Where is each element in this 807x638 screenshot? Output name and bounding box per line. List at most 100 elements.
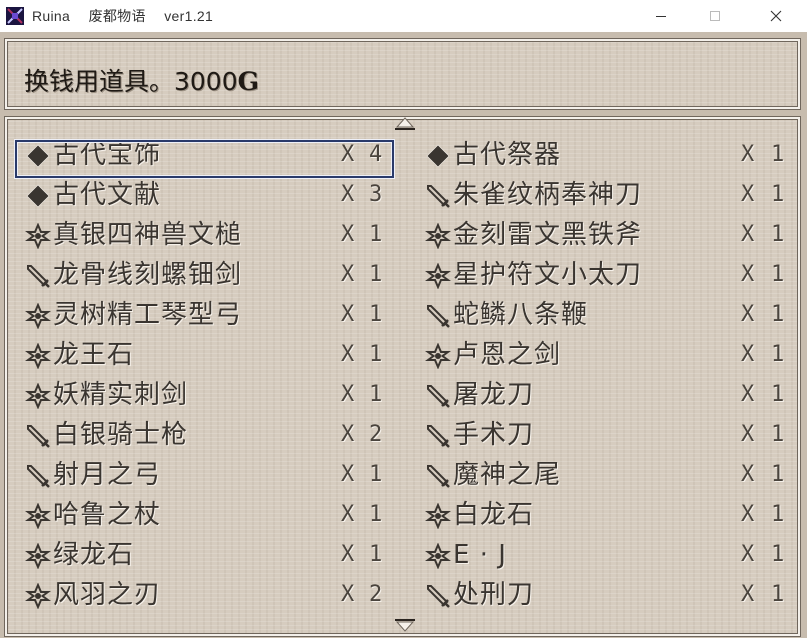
star-icon: [24, 302, 52, 330]
minimize-button[interactable]: [638, 0, 684, 32]
star-icon: [424, 342, 452, 370]
quantity-prefix: X: [741, 222, 755, 247]
item-name: 蛇鳞八条鞭: [453, 300, 589, 330]
item-quantity: 1: [771, 342, 785, 367]
inventory-item[interactable]: 白银骑士枪 X 2: [21, 417, 401, 453]
quantity-prefix: X: [741, 262, 755, 287]
star-icon: [24, 582, 52, 610]
inventory-item[interactable]: 妖精实刺剑 X 1: [21, 377, 401, 413]
quantity-prefix: X: [741, 422, 755, 447]
scroll-up-arrow-icon[interactable]: [393, 116, 417, 132]
item-name: 卢恩之剑: [453, 340, 562, 370]
quantity-prefix: X: [341, 542, 355, 567]
quantity-prefix: X: [741, 342, 755, 367]
item-name: 屠龙刀: [453, 380, 535, 410]
scroll-down-arrow-icon[interactable]: [393, 618, 417, 634]
quantity-prefix: X: [741, 582, 755, 607]
sword-icon: [425, 583, 451, 609]
item-name: 手术刀: [453, 420, 535, 450]
quantity-prefix: X: [741, 502, 755, 527]
item-name: 魔神之尾: [453, 460, 562, 490]
quantity-prefix: X: [741, 462, 755, 487]
item-quantity: 1: [369, 222, 383, 247]
inventory-item[interactable]: 古代文献 X 3: [21, 177, 401, 213]
item-quantity: 1: [771, 582, 785, 607]
quantity-prefix: X: [741, 302, 755, 327]
quantity-prefix: X: [341, 222, 355, 247]
star-icon: [424, 262, 452, 290]
item-quantity: 3: [369, 182, 383, 207]
inventory-item[interactable]: E · J X1: [421, 537, 801, 573]
inventory-item[interactable]: 蛇鳞八条鞭 X 1: [421, 297, 801, 333]
star-icon: [424, 222, 452, 250]
item-quantity: 1: [771, 222, 785, 247]
inventory-item[interactable]: 金刻雷文黑铁斧 X 1: [421, 217, 801, 253]
item-quantity: 1: [369, 262, 383, 287]
item-quantity: 1: [369, 462, 383, 487]
item-name: 灵树精工琴型弓: [53, 300, 243, 330]
close-button[interactable]: [753, 0, 799, 32]
inventory-item[interactable]: 哈鲁之杖 X 1: [21, 497, 401, 533]
item-name: 射月之弓: [53, 460, 162, 490]
inventory-item[interactable]: 风羽之刃 X 2: [21, 577, 401, 613]
item-quantity: 1: [771, 542, 785, 567]
inventory-item[interactable]: 绿龙石 X 1: [21, 537, 401, 573]
star-icon: [24, 342, 52, 370]
help-window: 换钱用道具。3000G: [5, 39, 800, 109]
item-quantity: 1: [771, 182, 785, 207]
item-quantity: 1: [369, 542, 383, 567]
item-quantity: 1: [771, 262, 785, 287]
inventory-item[interactable]: 屠龙刀 X 1: [421, 377, 801, 413]
inventory-item[interactable]: 卢恩之剑 X 1: [421, 337, 801, 373]
inventory-item[interactable]: 魔神之尾 X 1: [421, 457, 801, 493]
window-title: Ruina 废都物语 ver1.21: [32, 8, 214, 24]
quantity-prefix: X: [741, 182, 755, 207]
item-quantity: 1: [771, 302, 785, 327]
close-icon: [770, 10, 782, 22]
inventory-item[interactable]: 星护符文小太刀 X 1: [421, 257, 801, 293]
inventory-item[interactable]: 白龙石 X 1: [421, 497, 801, 533]
item-name: 哈鲁之杖: [53, 500, 162, 530]
item-quantity: 1: [771, 502, 785, 527]
maximize-icon: [710, 11, 720, 21]
sword-icon: [25, 263, 51, 289]
item-quantity: 1: [771, 462, 785, 487]
inventory-item[interactable]: 灵树精工琴型弓 X 1: [21, 297, 401, 333]
quantity-prefix: X: [341, 342, 355, 367]
item-name: 星护符文小太刀: [453, 260, 643, 290]
inventory-item[interactable]: 手术刀 X 1: [421, 417, 801, 453]
selection-cursor: [15, 140, 394, 178]
sword-icon: [425, 423, 451, 449]
inventory-item[interactable]: 古代祭器 X 1: [421, 137, 801, 173]
inventory-item[interactable]: 射月之弓 X 1: [21, 457, 401, 493]
item-description: 换钱用道具。3000G: [24, 62, 259, 98]
item-quantity: 1: [771, 142, 785, 167]
inventory-item[interactable]: 处刑刀 X 1: [421, 577, 801, 613]
item-quantity: 2: [369, 582, 383, 607]
sword-icon: [425, 463, 451, 489]
gold-unit: G: [237, 67, 259, 96]
inventory-item[interactable]: 朱雀纹柄奉神刀 X 1: [421, 177, 801, 213]
sword-icon: [25, 463, 51, 489]
diamond-icon: [425, 143, 451, 169]
inventory-item[interactable]: 龙骨线刻螺钿剑 X 1: [21, 257, 401, 293]
sword-icon: [25, 423, 51, 449]
item-name: 白龙石: [453, 500, 535, 530]
quantity-prefix: X: [341, 502, 355, 527]
inventory-item[interactable]: 龙王石 X 1: [21, 337, 401, 373]
item-name: E · J: [453, 540, 507, 570]
item-name: 真银四神兽文槌: [53, 220, 243, 250]
diamond-icon: [25, 183, 51, 209]
quantity-prefix: X: [341, 262, 355, 287]
inventory-item[interactable]: 真银四神兽文槌 X 1: [21, 217, 401, 253]
item-name: 金刻雷文黑铁斧: [453, 220, 643, 250]
star-icon: [24, 382, 52, 410]
quantity-prefix: X: [341, 382, 355, 407]
quantity-prefix: X: [341, 422, 355, 447]
star-icon: [424, 542, 452, 570]
maximize-button[interactable]: [692, 0, 738, 32]
minimize-icon: [656, 16, 666, 17]
item-quantity: 1: [369, 382, 383, 407]
quantity-prefix: X: [741, 142, 755, 167]
sword-icon: [425, 303, 451, 329]
